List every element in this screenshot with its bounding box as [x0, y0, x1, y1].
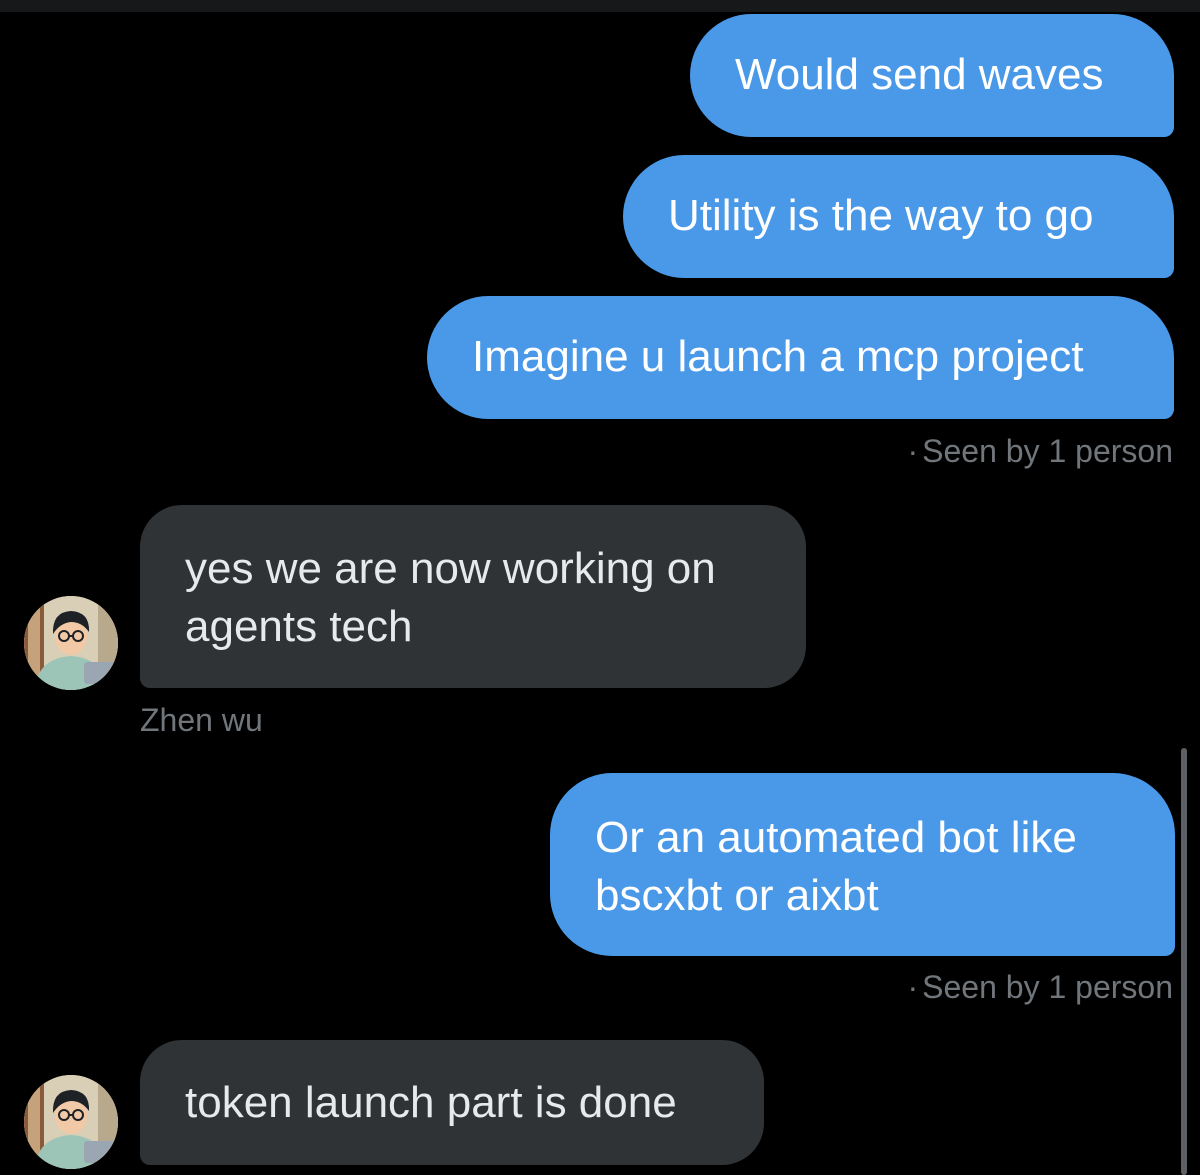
seen-receipt: · Seen by 1 person: [908, 968, 1174, 1006]
person-avatar-icon[interactable]: [24, 596, 118, 690]
separator-dot: ·: [907, 433, 919, 469]
message-bubble-sent[interactable]: Imagine u launch a mcp project: [427, 296, 1174, 419]
separator-dot: ·: [907, 969, 919, 1005]
message-text-line: Or an automated bot like: [595, 813, 1077, 862]
top-edge: [0, 0, 1200, 12]
message-text-line: agents tech: [185, 602, 413, 651]
message-bubble-sent[interactable]: Would send waves: [690, 14, 1174, 137]
message-bubble-received[interactable]: yes we are now working on agents tech: [140, 505, 806, 688]
message-text: Imagine u launch a mcp project: [472, 332, 1084, 381]
message-text-line: bscxbt or aixbt: [595, 871, 879, 920]
person-avatar-icon[interactable]: [24, 1075, 118, 1169]
seen-receipt-text: Seen by 1 person: [922, 433, 1173, 469]
sender-name: Zhen wu: [140, 702, 263, 738]
seen-receipt: · Seen by 1 person: [908, 432, 1174, 470]
message-bubble-received[interactable]: token launch part is done: [140, 1040, 764, 1165]
message-bubble-sent[interactable]: Utility is the way to go: [623, 155, 1174, 278]
message-text: token launch part is done: [185, 1078, 677, 1127]
scrollbar[interactable]: [1181, 748, 1187, 1175]
message-text: Would send waves: [735, 50, 1104, 99]
message-text: Utility is the way to go: [668, 191, 1094, 240]
message-bubble-sent[interactable]: Or an automated bot like bscxbt or aixbt: [550, 773, 1175, 956]
seen-receipt-text: Seen by 1 person: [922, 969, 1173, 1005]
message-text-line: yes we are now working on: [185, 544, 716, 593]
